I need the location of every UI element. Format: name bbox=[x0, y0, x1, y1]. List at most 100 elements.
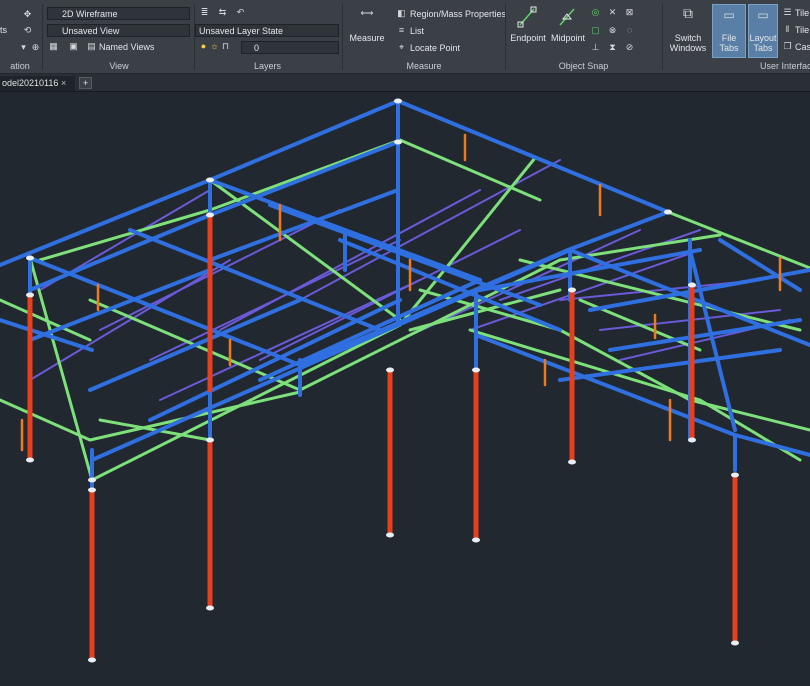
switch-windows-label-line2: Windows bbox=[669, 43, 707, 53]
endpoint-snap-icon[interactable] bbox=[517, 6, 537, 28]
list-button[interactable]: List bbox=[410, 25, 424, 37]
layout-tabs-label-line1: Layout bbox=[749, 33, 777, 43]
lightbulb-icon: ● bbox=[200, 41, 207, 51]
view-panel-label: View bbox=[109, 61, 129, 71]
pan-arrows-icon[interactable]: ▾ bbox=[18, 42, 29, 53]
zoom-extents-icon[interactable]: ⊕ bbox=[30, 42, 41, 53]
joint-node bbox=[688, 282, 696, 288]
file-tab-active[interactable]: odel20210116 × bbox=[0, 76, 75, 91]
switch-windows-label-line1: Switch bbox=[674, 33, 702, 43]
region-mass-properties-button[interactable]: Region/Mass Properties bbox=[410, 8, 506, 20]
joint-node bbox=[88, 487, 96, 493]
measure-button[interactable]: Measure bbox=[346, 33, 388, 43]
panel-separator bbox=[342, 4, 343, 70]
layer-previous-icon[interactable]: ↶ bbox=[235, 7, 246, 18]
measure-icon[interactable]: ⟷ bbox=[356, 8, 378, 19]
switch-windows-button[interactable]: Switch Windows bbox=[666, 33, 710, 53]
navigation-panel-label: ation bbox=[10, 61, 30, 71]
perpendicular-snap-icon[interactable]: ⊥ bbox=[590, 42, 601, 53]
locate-point-button[interactable]: Locate Point bbox=[410, 42, 460, 54]
joint-node bbox=[394, 139, 402, 145]
intersection-snap-icon[interactable]: ✕ bbox=[607, 7, 618, 18]
named-views-icon[interactable]: ▤ bbox=[86, 41, 97, 52]
joint-node bbox=[731, 472, 739, 478]
column-base-plate bbox=[88, 657, 96, 663]
midpoint-snap-button[interactable]: Midpoint bbox=[547, 33, 589, 43]
midpoint-snap-icon[interactable] bbox=[557, 6, 577, 28]
cascade-icon[interactable]: ❐ bbox=[782, 41, 793, 52]
joint-node bbox=[26, 255, 34, 261]
node-snap-icon[interactable]: ⊗ bbox=[607, 25, 618, 36]
file-tabs-label: File Tabs bbox=[719, 33, 739, 53]
green-member bbox=[398, 156, 537, 327]
tile-horizontal-button[interactable]: Tile bbox=[795, 7, 809, 19]
current-layer-combo[interactable]: 0 bbox=[241, 41, 339, 54]
panel-separator bbox=[662, 4, 663, 70]
green-member bbox=[28, 256, 94, 482]
joint-node bbox=[664, 209, 672, 215]
green-member bbox=[698, 398, 802, 462]
column-base-plate bbox=[26, 457, 34, 463]
saved-view-combo[interactable]: Unsaved View bbox=[47, 24, 190, 37]
joint-node bbox=[386, 367, 394, 373]
joint-node bbox=[472, 367, 480, 373]
list-icon[interactable]: ≡ bbox=[396, 25, 407, 36]
quadrant-snap-icon[interactable]: ▢ bbox=[590, 25, 601, 36]
column-base-plate bbox=[731, 640, 739, 646]
layer-match-icon[interactable]: ⇆ bbox=[217, 7, 228, 18]
measure-panel-label: Measure bbox=[406, 61, 442, 71]
cascade-button[interactable]: Cas bbox=[795, 41, 810, 53]
endpoint-snap-button[interactable]: Endpoint bbox=[507, 33, 549, 43]
locate-point-icon[interactable]: ⌖ bbox=[396, 42, 407, 53]
lock-icon: ⊓ bbox=[221, 41, 230, 51]
layer-properties-icon[interactable]: ≣ bbox=[199, 7, 210, 18]
nav-fragment-text: ts bbox=[0, 25, 8, 35]
apparent-snap-icon[interactable]: ⊠ bbox=[624, 7, 635, 18]
column-base-plate bbox=[206, 605, 214, 611]
restore-view-icon[interactable]: ▣ bbox=[68, 41, 79, 52]
file-tab-bar: odel20210116 × + bbox=[0, 74, 810, 92]
blue-beam bbox=[208, 140, 400, 217]
nearest-snap-icon[interactable]: ⧗ bbox=[607, 42, 618, 53]
drawing-viewport[interactable] bbox=[0, 92, 810, 686]
layout-tabs-icon: ▭ bbox=[757, 8, 769, 22]
osnap-settings-icon[interactable]: ⊘ bbox=[624, 42, 635, 53]
tile-vertical-button[interactable]: Tile bbox=[795, 24, 809, 36]
tangent-snap-icon[interactable]: ◌ bbox=[624, 25, 635, 36]
joint-node bbox=[26, 292, 34, 298]
file-tabs-icon: ▭ bbox=[723, 8, 735, 22]
named-views-button[interactable]: Named Views bbox=[99, 41, 154, 53]
center-snap-icon[interactable]: ◎ bbox=[590, 7, 601, 18]
ribbon: ts ✥ ⟲ ▾ ⊕ ation 2D Wireframe Unsaved Vi… bbox=[0, 0, 810, 74]
joint-node bbox=[568, 287, 576, 293]
layout-tabs-label: Layout Tabs bbox=[748, 33, 778, 53]
joint-node bbox=[206, 437, 214, 443]
blue-beam bbox=[208, 99, 400, 182]
user-interface-panel-label: User Interfac bbox=[760, 61, 810, 71]
layers-panel-label: Layers bbox=[253, 61, 281, 71]
joint-node bbox=[88, 477, 96, 483]
plus-icon: + bbox=[82, 78, 89, 88]
visual-style-combo[interactable]: 2D Wireframe bbox=[47, 7, 190, 20]
column-base-plate bbox=[568, 459, 576, 465]
region-mass-icon[interactable]: ◧ bbox=[396, 8, 407, 19]
layer-state-combo[interactable]: Unsaved Layer State bbox=[195, 24, 339, 37]
object-snap-panel-label: Object Snap bbox=[558, 61, 609, 71]
viewport-config-icon[interactable]: ▦ bbox=[48, 41, 59, 52]
joint-node bbox=[206, 212, 214, 218]
new-tab-button[interactable]: + bbox=[79, 77, 92, 89]
tile-vertical-icon[interactable]: ‖ bbox=[782, 24, 793, 35]
layout-tabs-label-line2: Tabs bbox=[753, 43, 773, 53]
green-member bbox=[518, 258, 802, 332]
orbit-icon[interactable]: ⟲ bbox=[22, 25, 33, 36]
blue-beam bbox=[558, 348, 782, 382]
file-tab-label: odel20210116 bbox=[2, 78, 59, 88]
hand-icon[interactable]: ✥ bbox=[22, 9, 33, 20]
column-base-plate bbox=[386, 532, 394, 538]
switch-windows-icon[interactable]: ⧉ bbox=[678, 6, 698, 20]
panel-separator bbox=[42, 4, 43, 70]
joint-node bbox=[206, 177, 214, 183]
close-icon[interactable]: × bbox=[61, 76, 66, 91]
steel-frame-model bbox=[0, 98, 810, 663]
tile-horizontal-icon[interactable]: ☰ bbox=[782, 7, 793, 18]
